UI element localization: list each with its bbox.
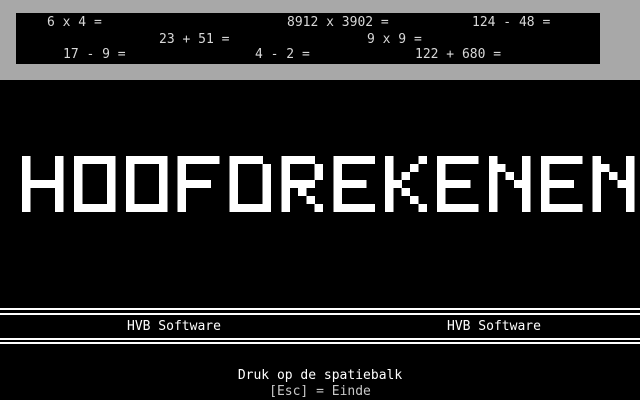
title-letter: [281, 156, 324, 213]
exit-hint[interactable]: [Esc] = Einde: [0, 384, 640, 400]
start-prompt: Druk op de spatiebalk: [237, 368, 403, 383]
title-letter: [73, 156, 116, 213]
title-letter: [488, 156, 531, 213]
title-letter: [385, 156, 427, 213]
title-letters: [22, 156, 635, 213]
game-screen: 6 x 4 = 8912 x 3902 = 124 - 48 = 23 + 51…: [0, 0, 640, 400]
credit-right: HVB Software: [447, 319, 541, 334]
title-letter: [125, 156, 168, 213]
divider: [0, 338, 640, 340]
title-letter: [177, 156, 220, 213]
title-letter: [229, 156, 272, 213]
divider: [0, 308, 640, 310]
divider: [0, 313, 640, 315]
title-letter: [333, 156, 375, 213]
credit-left: HVB Software: [127, 319, 221, 334]
title-letter: [437, 156, 479, 213]
title-letter: [592, 156, 635, 213]
title-letter: [22, 156, 64, 213]
title-letter: [540, 156, 583, 213]
divider: [0, 342, 640, 344]
title-logo: [22, 156, 635, 213]
